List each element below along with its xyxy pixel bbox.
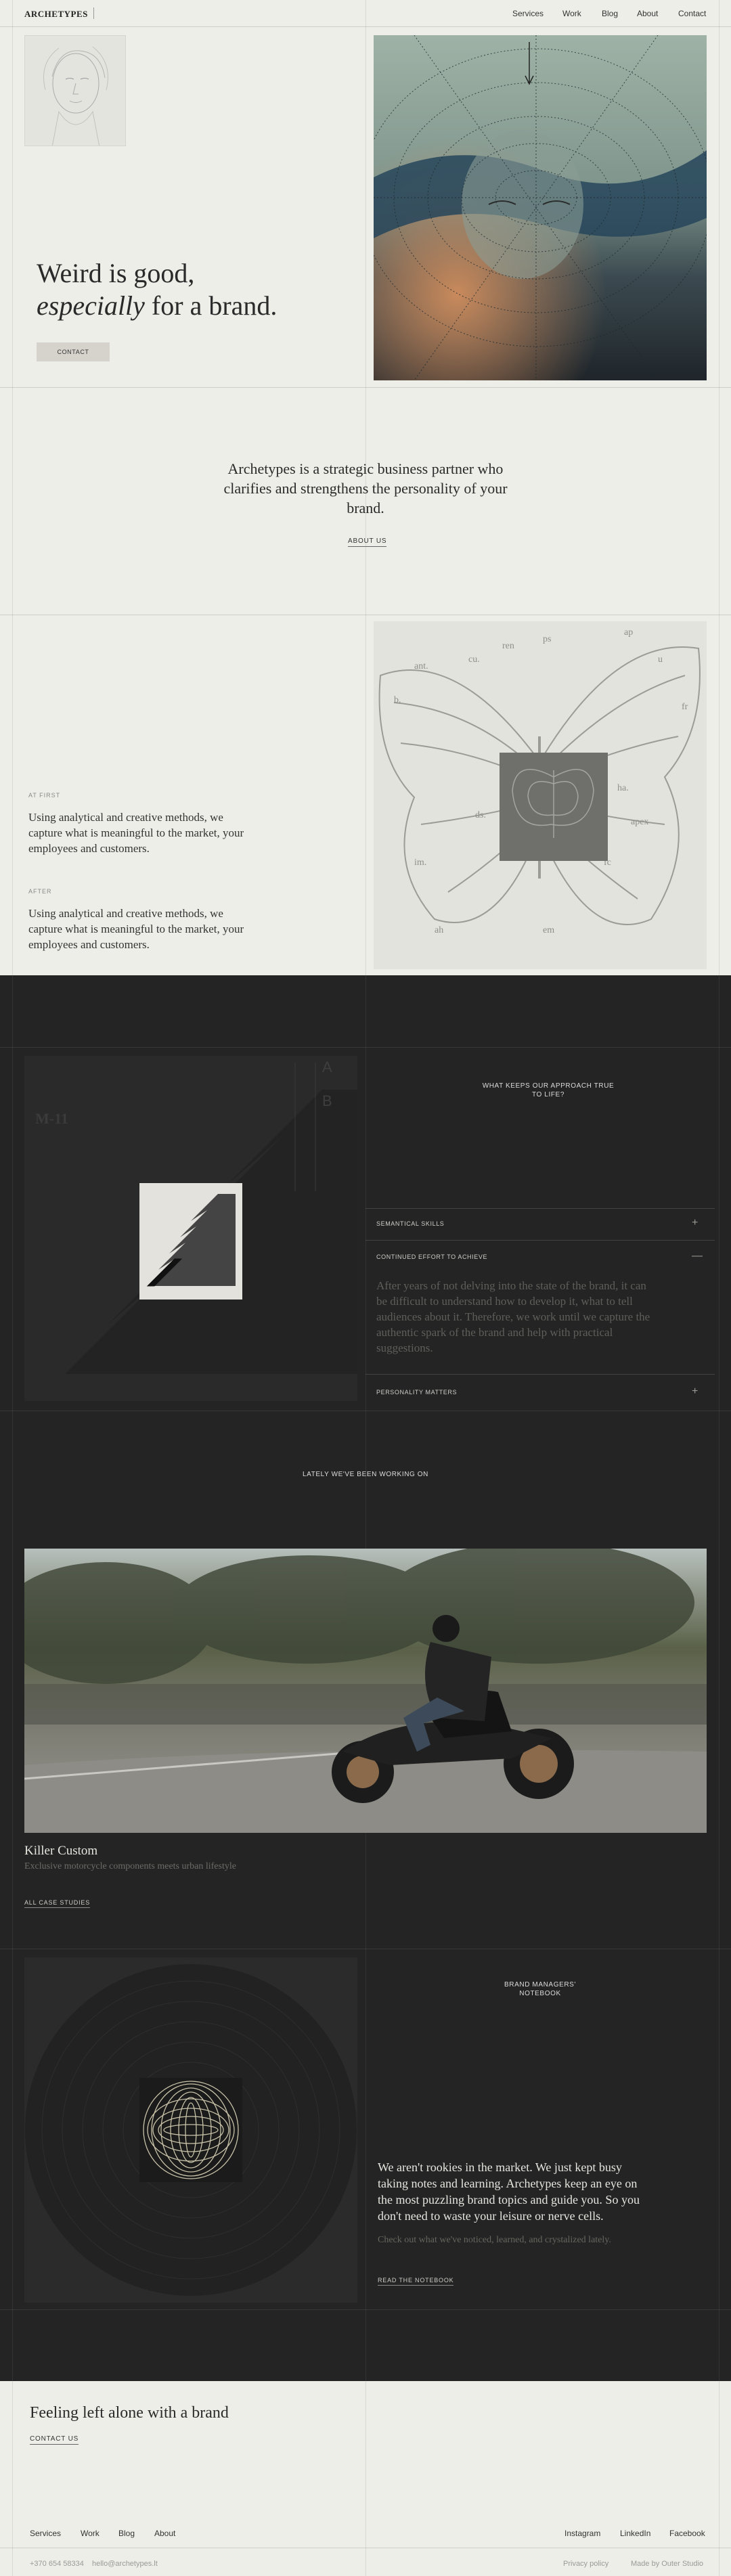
contact-button[interactable]: CONTACT xyxy=(37,342,110,361)
svg-text:ant.: ant. xyxy=(414,661,428,671)
hero-title-emphasis: especially xyxy=(37,290,145,321)
notebook-text: We aren't rookies in the market. We just… xyxy=(378,2160,640,2223)
footer-title: Feeling left alone with a brand xyxy=(30,2404,229,2422)
footer-facebook-link[interactable]: Facebook xyxy=(669,2529,705,2538)
section-divider xyxy=(0,2309,731,2310)
hero-title-line1: Weird is good, xyxy=(37,258,195,288)
contact-us-link[interactable]: CONTACT US xyxy=(30,2435,79,2445)
svg-text:ap: ap xyxy=(624,627,633,638)
svg-text:B: B xyxy=(322,1092,332,1109)
case-study-subtitle: Exclusive motorcycle components meets ur… xyxy=(24,1861,236,1871)
svg-text:apex: apex xyxy=(631,817,648,827)
svg-text:ah: ah xyxy=(435,925,443,935)
svg-text:b.: b. xyxy=(394,695,401,705)
hero-title-rest: for a brand. xyxy=(144,290,278,321)
accordion-label: SEMANTICAL SKILLS xyxy=(376,1220,445,1227)
accordion-divider xyxy=(366,1374,715,1375)
footer-linkedin-link[interactable]: LinkedIn xyxy=(620,2529,650,2538)
accordion-label: PERSONALITY MATTERS xyxy=(376,1389,458,1396)
privacy-policy-link[interactable]: Privacy policy xyxy=(563,2560,608,2568)
logo-divider xyxy=(93,7,94,19)
svg-text:ds.: ds. xyxy=(475,810,486,820)
svg-text:M-11: M-11 xyxy=(35,1110,68,1127)
vinyl-record-image xyxy=(24,1957,357,2303)
hero-portrait-image xyxy=(374,35,707,380)
section-divider xyxy=(0,1047,731,1048)
after-text: Using analytical and creative methods, w… xyxy=(28,907,244,951)
minus-icon: — xyxy=(692,1250,703,1262)
svg-text:u: u xyxy=(658,654,663,665)
work-section-title: LATELY WE'VE BEEN WORKING ON xyxy=(303,1471,428,1478)
notebook-subtext: Check out what we've noticed, learned, a… xyxy=(378,2235,611,2245)
footer-nav-services[interactable]: Services xyxy=(30,2529,61,2538)
all-case-studies-link[interactable]: ALL CASE STUDIES xyxy=(24,1899,90,1908)
svg-text:ren: ren xyxy=(502,641,514,651)
logo[interactable]: ARCHETYPES xyxy=(24,9,88,20)
plus-icon: + xyxy=(692,1217,699,1228)
accordion-divider xyxy=(366,1208,715,1209)
at-first-text: Using analytical and creative methods, w… xyxy=(28,811,244,855)
motorcycle-case-image[interactable] xyxy=(24,1549,707,1833)
after-label: AFTER xyxy=(28,888,52,895)
svg-text:em: em xyxy=(543,925,554,935)
footer-instagram-link[interactable]: Instagram xyxy=(564,2529,600,2538)
notebook-title: BRAND MANAGERS' NOTEBOOK xyxy=(504,1981,576,1997)
nav-work[interactable]: Work xyxy=(562,9,581,18)
made-by-link[interactable]: Made by Outer Studio xyxy=(631,2560,703,2568)
accordion-divider xyxy=(366,1240,715,1241)
grid-line xyxy=(12,975,13,2381)
read-notebook-link[interactable]: READ THE NOTEBOOK xyxy=(378,2277,454,2286)
footer-nav-work[interactable]: Work xyxy=(81,2529,99,2538)
footer-nav-about[interactable]: About xyxy=(154,2529,175,2538)
footer-email[interactable]: hello@archetypes.lt xyxy=(92,2560,158,2568)
footer-nav-blog[interactable]: Blog xyxy=(118,2529,135,2538)
at-first-label: AT FIRST xyxy=(28,792,61,799)
nav-about[interactable]: About xyxy=(637,9,658,18)
nav-blog[interactable]: Blog xyxy=(602,9,618,18)
staircase-image: A B M-11 xyxy=(24,1056,357,1401)
svg-text:fr: fr xyxy=(682,702,688,712)
plus-icon: + xyxy=(692,1385,699,1397)
svg-text:im.: im. xyxy=(414,858,426,868)
brand-statement: Archetypes is a strategic business partn… xyxy=(223,460,508,516)
section-divider xyxy=(0,387,731,388)
svg-text:A: A xyxy=(322,1059,332,1075)
site-header: ARCHETYPES Services Work Blog About Cont… xyxy=(0,0,731,27)
svg-text:ps: ps xyxy=(543,634,551,644)
svg-text:cu.: cu. xyxy=(468,654,480,665)
nav-contact[interactable]: Contact xyxy=(678,9,706,18)
approach-title: WHAT KEEPS OUR APPROACH TRUE TO LIFE? xyxy=(482,1082,615,1098)
about-us-link[interactable]: ABOUT US xyxy=(348,537,387,547)
accordion-label: CONTINUED EFFORT TO ACHIEVE xyxy=(376,1253,488,1260)
svg-text:ha.: ha. xyxy=(617,783,629,793)
accordion-content: After years of not delving into the stat… xyxy=(376,1279,650,1354)
sketch-portrait-image xyxy=(24,35,126,146)
moth-illustration-image: ant. cu. ren ps ap u fr b. im. ds. fc ah em apex ha. xyxy=(374,621,707,969)
footer-phone[interactable]: +370 654 58334 xyxy=(30,2560,84,2568)
nav-services[interactable]: Services xyxy=(512,9,544,18)
hero-title: Weird is good, especially for a brand. xyxy=(37,257,355,322)
case-study-title[interactable]: Killer Custom xyxy=(24,1844,97,1859)
